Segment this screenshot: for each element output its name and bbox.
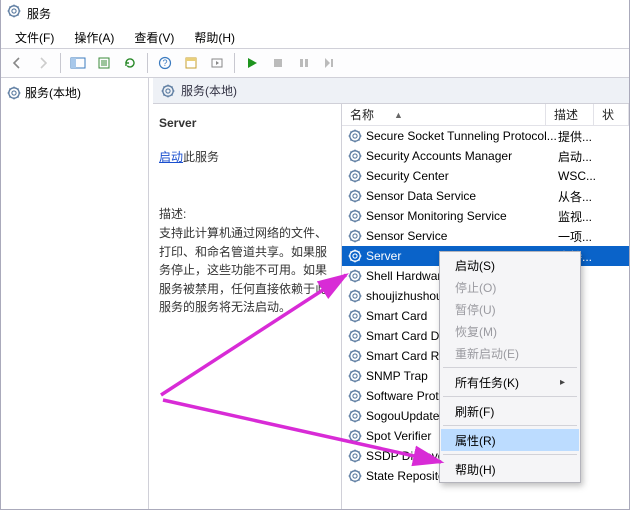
- service-name: Sensor Monitoring Service: [366, 209, 558, 223]
- service-name: Security Accounts Manager: [366, 149, 558, 163]
- gear-icon: [348, 129, 362, 143]
- gear-icon: [161, 84, 175, 98]
- column-headers[interactable]: 名称 ▲ 描述 状: [342, 104, 629, 126]
- service-row[interactable]: Sensor Data Service从各...: [342, 186, 629, 206]
- gear-icon: [348, 389, 362, 403]
- col-name[interactable]: 名称 ▲: [342, 104, 546, 125]
- stop-service-button[interactable]: [266, 51, 290, 75]
- service-name: Sensor Service: [366, 229, 558, 243]
- service-name: Secure Socket Tunneling Protocol...: [366, 129, 558, 143]
- gear-icon: [348, 329, 362, 343]
- window-title: 服务: [27, 5, 51, 22]
- service-desc: WSC...: [558, 169, 604, 183]
- gear-icon: [348, 449, 362, 463]
- gear-icon: [348, 209, 362, 223]
- ctx-properties[interactable]: 属性(R): [441, 429, 579, 451]
- properties-button[interactable]: [179, 51, 203, 75]
- start-service-button[interactable]: [240, 51, 264, 75]
- gear-icon: [348, 249, 362, 263]
- menu-view[interactable]: 查看(V): [124, 27, 184, 48]
- sort-indicator-icon: ▲: [394, 110, 403, 120]
- gear-icon: [348, 469, 362, 483]
- ctx-stop: 停止(O): [441, 276, 579, 298]
- gear-icon: [7, 86, 21, 100]
- ctx-resume: 恢复(M): [441, 320, 579, 342]
- service-row[interactable]: Security CenterWSC...: [342, 166, 629, 186]
- detail-pane: Server 启动此服务 描述: 支持此计算机通过网络的文件、打印、和命名管道共…: [149, 104, 341, 509]
- service-desc: 提供...: [558, 128, 604, 145]
- col-desc[interactable]: 描述: [546, 104, 594, 125]
- title-bar: 服务: [1, 0, 629, 26]
- gear-icon: [348, 349, 362, 363]
- gear-icon: [348, 429, 362, 443]
- action-button[interactable]: [205, 51, 229, 75]
- help-button[interactable]: ?: [153, 51, 177, 75]
- tree-root-services[interactable]: 服务(本地): [1, 82, 148, 103]
- gear-icon: [348, 169, 362, 183]
- gear-icon: [348, 269, 362, 283]
- ctx-pause: 暂停(U): [441, 298, 579, 320]
- console-tree[interactable]: 服务(本地): [1, 78, 149, 509]
- context-menu: 启动(S) 停止(O) 暂停(U) 恢复(M) 重新启动(E) 所有任务(K) …: [439, 251, 581, 483]
- ctx-start[interactable]: 启动(S): [441, 254, 579, 276]
- menu-file[interactable]: 文件(F): [5, 27, 64, 48]
- ctx-restart: 重新启动(E): [441, 342, 579, 364]
- service-row[interactable]: Sensor Monitoring Service监视...: [342, 206, 629, 226]
- restart-service-button[interactable]: [318, 51, 342, 75]
- ctx-refresh[interactable]: 刷新(F): [441, 400, 579, 422]
- start-link[interactable]: 启动: [159, 150, 183, 164]
- nav-back-button[interactable]: [5, 51, 29, 75]
- gear-icon: [348, 189, 362, 203]
- service-row[interactable]: Sensor Service一项...: [342, 226, 629, 246]
- ctx-help[interactable]: 帮助(H): [441, 458, 579, 480]
- right-header: 服务(本地): [153, 78, 629, 104]
- svg-text:?: ?: [162, 58, 167, 68]
- menu-action[interactable]: 操作(A): [64, 27, 124, 48]
- start-suffix: 此服务: [183, 150, 219, 164]
- detail-title: Server: [159, 116, 331, 130]
- menu-bar: 文件(F) 操作(A) 查看(V) 帮助(H): [1, 26, 629, 48]
- service-name: Sensor Data Service: [366, 189, 558, 203]
- app-icon: [7, 4, 21, 23]
- toolbar: ?: [1, 48, 629, 78]
- menu-help[interactable]: 帮助(H): [184, 27, 245, 48]
- gear-icon: [348, 309, 362, 323]
- col-status[interactable]: 状: [594, 104, 629, 125]
- export-list-button[interactable]: [92, 51, 116, 75]
- pause-service-button[interactable]: [292, 51, 316, 75]
- gear-icon: [348, 229, 362, 243]
- service-desc: 启动...: [558, 148, 604, 165]
- service-name: Security Center: [366, 169, 558, 183]
- service-row[interactable]: Secure Socket Tunneling Protocol...提供...: [342, 126, 629, 146]
- right-header-label: 服务(本地): [181, 82, 237, 99]
- gear-icon: [348, 369, 362, 383]
- tree-root-label: 服务(本地): [25, 84, 81, 101]
- desc-text: 支持此计算机通过网络的文件、打印、和命名管道共享。如果服务停止，这些功能不可用。…: [159, 224, 331, 317]
- gear-icon: [348, 409, 362, 423]
- service-desc: 从各...: [558, 188, 604, 205]
- refresh-button[interactable]: [118, 51, 142, 75]
- show-hide-tree-button[interactable]: [66, 51, 90, 75]
- desc-label: 描述:: [159, 205, 331, 222]
- nav-forward-button[interactable]: [31, 51, 55, 75]
- gear-icon: [348, 289, 362, 303]
- service-desc: 监视...: [558, 208, 604, 225]
- ctx-all-tasks[interactable]: 所有任务(K): [441, 371, 579, 393]
- service-row[interactable]: Security Accounts Manager启动...: [342, 146, 629, 166]
- gear-icon: [348, 149, 362, 163]
- service-desc: 一项...: [558, 228, 604, 245]
